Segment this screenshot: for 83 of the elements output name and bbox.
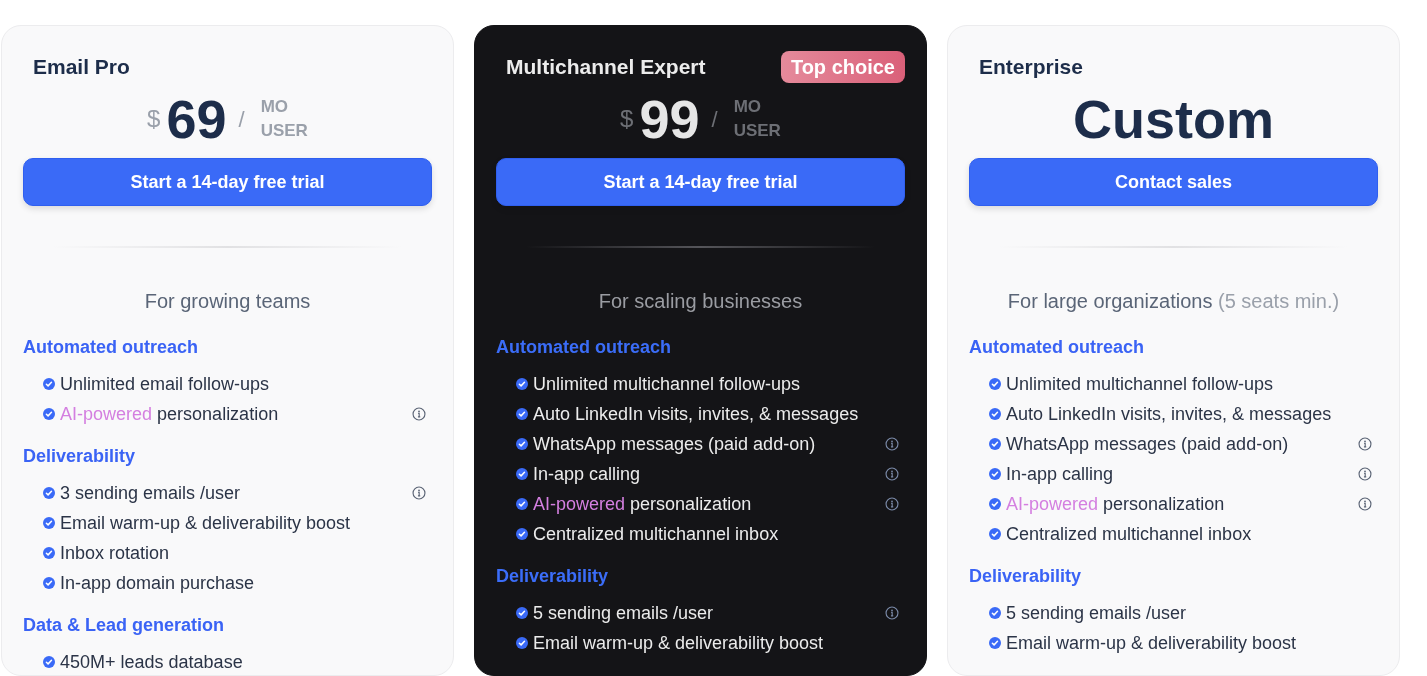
check-icon (516, 528, 528, 540)
section-heading: Deliverability (496, 565, 610, 588)
check-icon (989, 438, 1001, 450)
feature-text: 5 sending emails /user (533, 601, 714, 625)
section-heading: Automated outreach (969, 336, 1146, 359)
check-icon (989, 528, 1001, 540)
plan-title: Email Pro (32, 54, 130, 80)
check-icon (989, 468, 1001, 480)
price-unit: USER (733, 120, 781, 142)
feature-text: Auto LinkedIn visits, invites, & messages (533, 402, 859, 426)
feature-text: 3 sending emails /user (60, 481, 241, 505)
info-icon[interactable] (412, 407, 426, 421)
section-heading: Deliverability (23, 445, 137, 468)
price-amount: 69 (166, 92, 227, 146)
check-icon (989, 498, 1001, 510)
feature-text: AI-powered personalization (1006, 492, 1225, 516)
price-unit: USER (260, 120, 308, 142)
info-icon[interactable] (412, 486, 426, 500)
check-icon (43, 656, 55, 668)
check-icon (43, 378, 55, 390)
cta-button[interactable]: Contact sales (969, 158, 1378, 206)
feature-text: Unlimited multichannel follow-ups (533, 372, 801, 396)
feature-text: Unlimited multichannel follow-ups (1006, 372, 1274, 396)
plan-audience: For large organizations (5 seats min.) (1006, 289, 1341, 314)
cta-button[interactable]: Start a 14-day free trial (23, 158, 432, 206)
feature-text: AI-powered personalization (533, 492, 752, 516)
feature-text: Email warm-up & deliverability boost (60, 511, 351, 535)
plan-title: Multichannel Expert (505, 54, 706, 80)
cta-button[interactable]: Start a 14-day free trial (496, 158, 905, 206)
feature-text: 5 sending emails /user (1006, 601, 1187, 625)
feature-text: Auto LinkedIn visits, invites, & messages (1006, 402, 1332, 426)
feature-text: Inbox rotation (60, 541, 170, 565)
check-icon (516, 468, 528, 480)
check-icon (43, 547, 55, 559)
info-icon[interactable] (1358, 467, 1372, 481)
price-period: MO (260, 96, 290, 119)
check-icon (989, 408, 1001, 420)
check-icon (516, 408, 528, 420)
check-icon (516, 607, 528, 619)
check-icon (516, 498, 528, 510)
feature-text: WhatsApp messages (paid add-on) (533, 432, 816, 456)
check-icon (516, 637, 528, 649)
plan-audience: For growing teams (143, 289, 312, 314)
feature-text: WhatsApp messages (paid add-on) (1006, 432, 1289, 456)
check-icon (43, 487, 55, 499)
info-icon[interactable] (885, 437, 899, 451)
feature-text: Email warm-up & deliverability boost (533, 631, 824, 655)
feature-text: Email warm-up & deliverability boost (1006, 631, 1297, 655)
check-icon (43, 577, 55, 589)
price-period: MO (733, 96, 763, 119)
currency-symbol: $ (620, 104, 634, 134)
check-icon (989, 637, 1001, 649)
price-separator: / (711, 105, 718, 134)
section-heading: Automated outreach (23, 336, 200, 359)
top-choice-badge: Top choice (780, 51, 905, 83)
plan-audience: For scaling businesses (597, 289, 804, 314)
info-icon[interactable] (885, 497, 899, 511)
check-icon (989, 378, 1001, 390)
feature-text: 450M+ leads database (60, 650, 243, 674)
section-heading: Deliverability (969, 565, 1083, 588)
price-amount: 99 (639, 92, 700, 146)
price-separator: / (238, 105, 245, 134)
check-icon (516, 378, 528, 390)
section-heading: Data & Lead generation (23, 614, 226, 637)
feature-text: AI-powered personalization (60, 402, 279, 426)
feature-text: In-app calling (533, 462, 641, 486)
plan-title: Enterprise (978, 54, 1083, 80)
section-heading: Automated outreach (496, 336, 673, 359)
check-icon (43, 408, 55, 420)
check-icon (989, 607, 1001, 619)
custom-price: Custom (1073, 92, 1274, 146)
feature-text: Centralized multichannel inbox (1006, 522, 1252, 546)
info-icon[interactable] (885, 467, 899, 481)
currency-symbol: $ (147, 104, 161, 134)
check-icon (43, 517, 55, 529)
feature-text: Unlimited email follow-ups (60, 372, 270, 396)
info-icon[interactable] (1358, 497, 1372, 511)
feature-text: In-app domain purchase (60, 571, 255, 595)
feature-text: Centralized multichannel inbox (533, 522, 779, 546)
feature-text: In-app calling (1006, 462, 1114, 486)
check-icon (516, 438, 528, 450)
info-icon[interactable] (885, 606, 899, 620)
info-icon[interactable] (1358, 437, 1372, 451)
